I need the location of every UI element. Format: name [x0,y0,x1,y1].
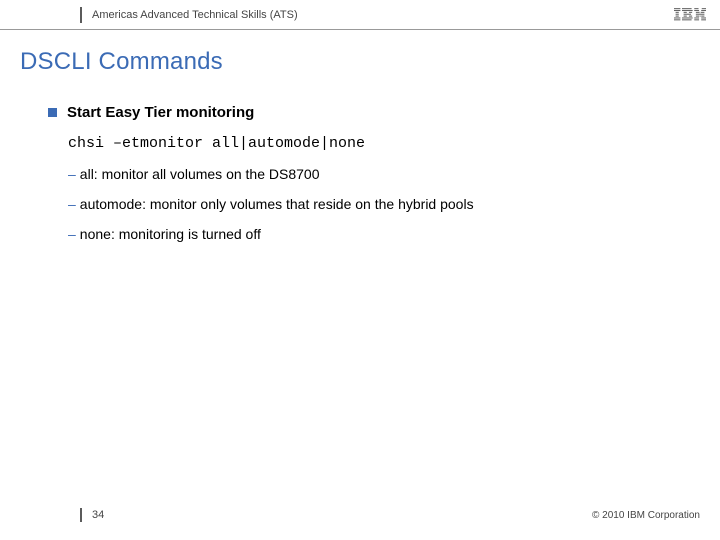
ibm-logo-icon [674,8,706,21]
sub-item-text: none: monitoring is turned off [80,226,261,242]
footer-divider [80,508,82,522]
slide-title: DSCLI Commands [0,30,720,76]
sub-item-text: automode: monitor only volumes that resi… [80,196,474,212]
dash-icon: – [68,226,76,242]
sub-item: –all: monitor all volumes on the DS8700 [68,166,720,182]
footer-left: 34 [0,508,104,522]
dash-icon: – [68,166,76,182]
square-bullet-icon [48,108,57,117]
sub-item: –none: monitoring is turned off [68,226,720,242]
header-divider [80,7,82,23]
slide-content: Start Easy Tier monitoring chsi –etmonit… [0,76,720,242]
bullet-main: Start Easy Tier monitoring [48,104,720,121]
bullet-heading: Start Easy Tier monitoring [67,104,254,121]
copyright-text: © 2010 IBM Corporation [592,510,700,521]
header-org-text: Americas Advanced Technical Skills (ATS) [92,9,298,21]
sub-item-text: all: monitor all volumes on the DS8700 [80,166,320,182]
dash-icon: – [68,196,76,212]
sub-list: –all: monitor all volumes on the DS8700 … [68,166,720,242]
header-left: Americas Advanced Technical Skills (ATS) [0,0,298,29]
sub-item: –automode: monitor only volumes that res… [68,196,720,212]
ibm-logo [674,8,706,21]
code-command: chsi –etmonitor all|automode|none [68,135,720,152]
slide-header: Americas Advanced Technical Skills (ATS) [0,0,720,30]
page-number: 34 [92,509,104,521]
slide-footer: 34 © 2010 IBM Corporation [0,508,720,522]
